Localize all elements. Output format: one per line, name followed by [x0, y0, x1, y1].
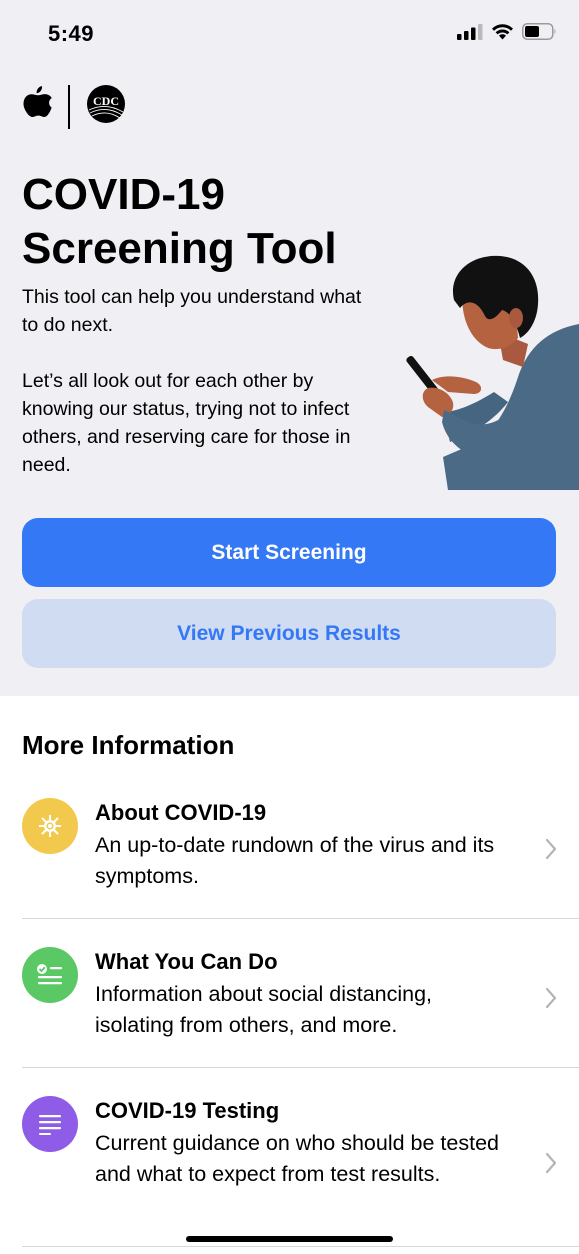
partner-logos: CDC	[22, 84, 126, 129]
home-indicator[interactable]	[186, 1236, 393, 1242]
battery-icon	[522, 23, 557, 45]
info-row-covid-testing[interactable]: COVID-19 Testing Current guidance on who…	[0, 1088, 579, 1248]
info-row-what-you-can-do[interactable]: What You Can Do Information about social…	[0, 939, 579, 1068]
cellular-signal-icon	[457, 23, 483, 45]
status-icons	[457, 23, 557, 45]
row-title: About COVID-19	[95, 800, 267, 825]
row-separator	[22, 1067, 579, 1068]
row-title: COVID-19 Testing	[95, 1098, 280, 1123]
chevron-right-icon	[545, 987, 557, 1014]
intro-text: This tool can help you understand what t…	[22, 286, 362, 336]
chevron-right-icon	[545, 838, 557, 865]
row-separator	[22, 918, 579, 919]
row-title: What You Can Do	[95, 949, 278, 974]
apple-logo-icon	[22, 84, 54, 129]
more-information-heading: More Information	[22, 730, 235, 760]
cdc-logo: CDC	[86, 84, 126, 129]
body-text: Let’s all look out for each other by kno…	[22, 370, 351, 476]
row-description: An up-to-date rundown of the virus and i…	[95, 833, 495, 888]
wifi-icon	[491, 23, 514, 45]
cdc-logo-text: CDC	[93, 94, 119, 108]
row-description: Current guidance on who should be tested…	[95, 1131, 499, 1186]
page-title: COVID-19 Screening Tool	[22, 170, 337, 273]
start-screening-button[interactable]: Start Screening	[22, 518, 556, 587]
row-separator	[22, 1246, 579, 1247]
row-description: Information about social distancing, iso…	[95, 982, 433, 1037]
document-lines-icon	[22, 1096, 78, 1152]
view-previous-results-button[interactable]: View Previous Results	[22, 599, 556, 668]
virus-icon	[22, 798, 78, 854]
status-time: 5:49	[48, 21, 95, 46]
info-row-about-covid[interactable]: About COVID-19 An up-to-date rundown of …	[0, 790, 579, 919]
logo-divider	[68, 84, 70, 129]
chevron-right-icon	[545, 1152, 557, 1179]
checklist-icon	[22, 947, 78, 1003]
person-with-phone-illustration	[398, 252, 579, 497]
